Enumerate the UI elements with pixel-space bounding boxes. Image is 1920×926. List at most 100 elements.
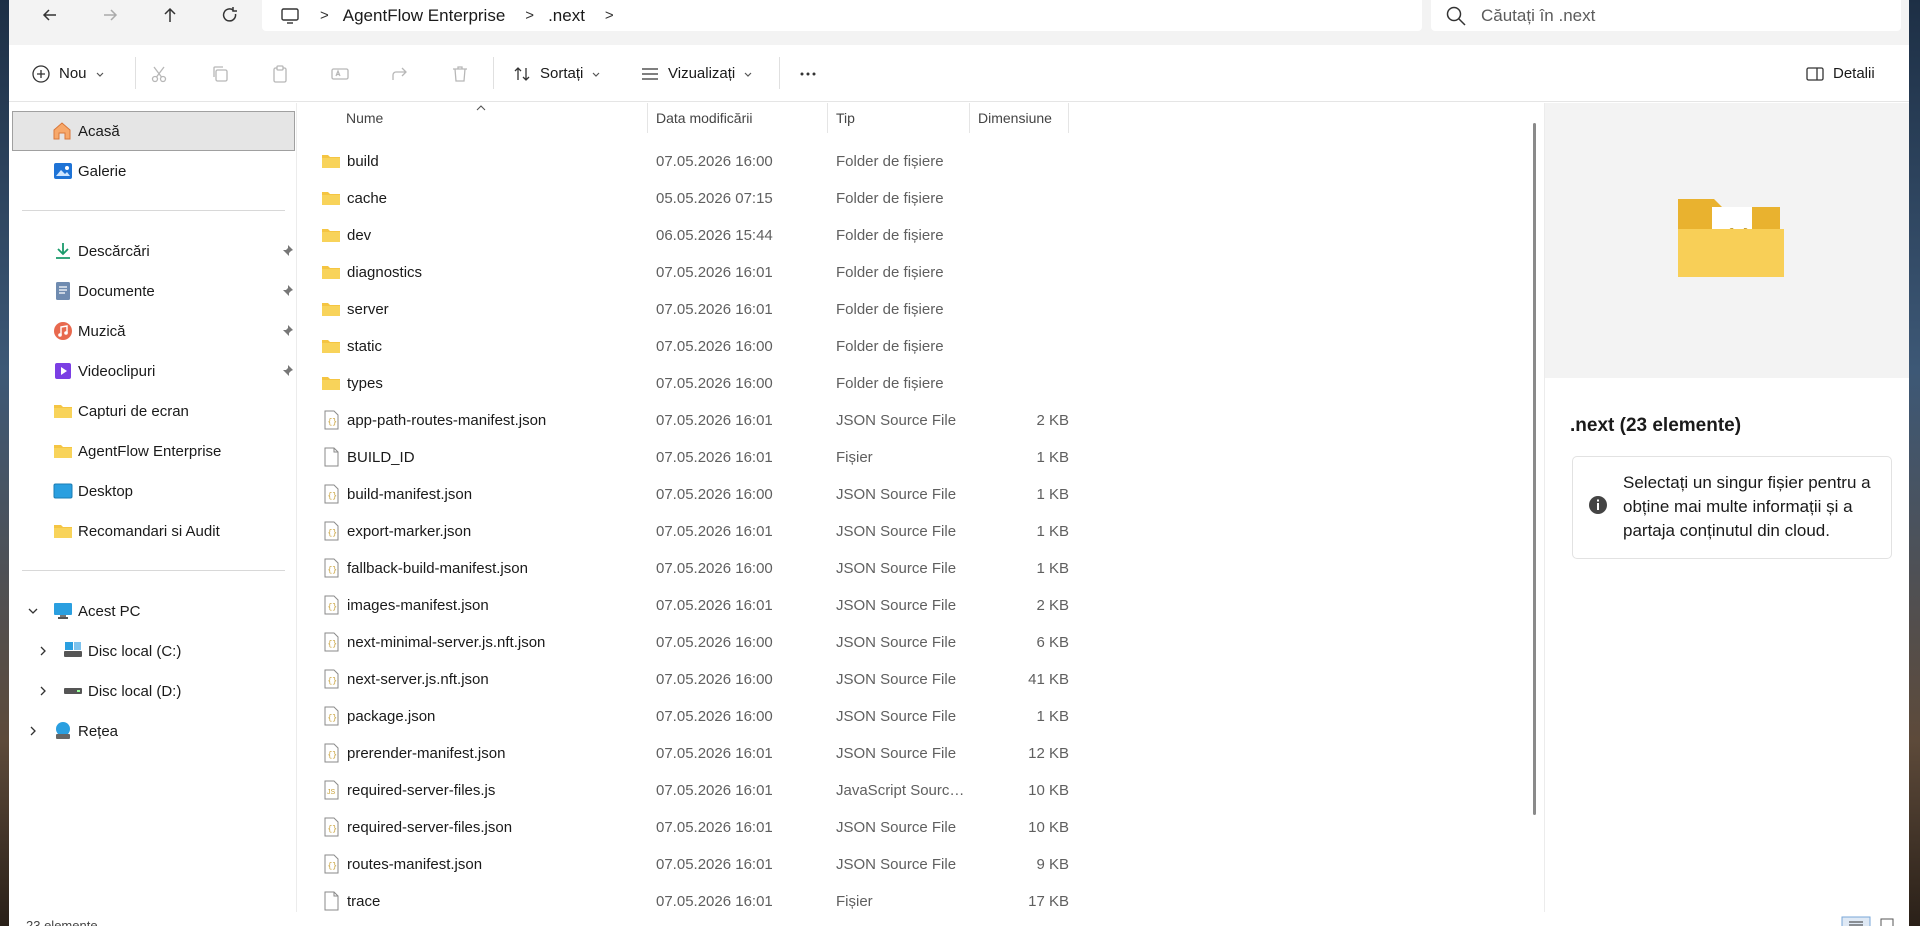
sidebar-item-videos[interactable]: Videoclipuri [12, 351, 295, 391]
more-options-button[interactable] [798, 45, 818, 102]
file-row[interactable]: {} required-server-files.json 07.05.2026 1… [298, 809, 1498, 846]
file-row[interactable]: JS required-server-files.js 07.05.2026 16:… [298, 772, 1498, 809]
file-row[interactable]: {} package.json 07.05.2026 16:00 JSON Sourc… [298, 698, 1498, 735]
breadcrumb-chevron-icon[interactable]: > [605, 7, 614, 24]
breadcrumb-next[interactable]: .next [548, 6, 585, 26]
breadcrumb-agentflow[interactable]: AgentFlow Enterprise [343, 6, 506, 26]
file-name: types [347, 375, 383, 392]
file-row[interactable]: {} build-manifest.json 07.05.2026 16:00 JSO… [298, 476, 1498, 513]
sort-button[interactable]: Sortați [512, 45, 601, 102]
scrollbar-thumb[interactable] [1533, 123, 1536, 815]
trash-icon [453, 65, 467, 82]
file-row[interactable]: static 07.05.2026 16:00 Folder de fișiere [298, 328, 1498, 365]
sidebar-item-label: Disc local (D:) [88, 682, 182, 700]
file-row[interactable]: {} export-marker.json 07.05.2026 16:01 JSON… [298, 513, 1498, 550]
svg-text:{}: {} [328, 862, 338, 871]
pin-icon[interactable] [280, 244, 294, 258]
sidebar-item-this-pc[interactable]: Acest PC [12, 591, 295, 631]
folder-icon [52, 520, 74, 542]
file-row[interactable]: build 07.05.2026 16:00 Folder de fișiere [298, 143, 1498, 180]
file-row[interactable]: diagnostics 07.05.2026 16:01 Folder de fiș… [298, 254, 1498, 291]
pin-icon[interactable] [280, 364, 294, 378]
file-date: 07.05.2026 16:01 [656, 819, 773, 836]
tiles-view-toggle-icon[interactable] [1875, 916, 1905, 926]
address-row: > AgentFlow Enterprise > .next > [9, 0, 1909, 45]
pin-icon[interactable] [280, 284, 294, 298]
file-type: JSON Source File [836, 486, 957, 503]
sidebar-divider [22, 570, 285, 571]
sidebar-item-gallery[interactable]: Galerie [12, 151, 295, 191]
share-button[interactable] [390, 45, 410, 102]
sidebar-item-downloads[interactable]: Descărcări [12, 231, 295, 271]
file-row[interactable]: dev 06.05.2026 15:44 Folder de fișiere [298, 217, 1498, 254]
sidebar-item-agentflow[interactable]: AgentFlow Enterprise [12, 431, 295, 471]
file-type: JSON Source File [836, 671, 957, 688]
search-input[interactable] [1481, 5, 1861, 26]
file-row[interactable]: {} prerender-manifest.json 07.05.2026 16:0… [298, 735, 1498, 772]
share-icon [392, 67, 407, 80]
javascript-file-icon: JS [321, 780, 341, 800]
file-row[interactable]: BUILD_ID 07.05.2026 16:01 Fișier 1 KB [298, 439, 1498, 476]
navigation-pane: Acasă Galerie Descărcări Documente Muzic… [9, 103, 297, 926]
svg-text:{}: {} [328, 640, 338, 649]
sidebar-item-desktop[interactable]: Desktop [12, 471, 295, 511]
file-row[interactable]: cache 05.05.2026 07:15 Folder de fișiere [298, 180, 1498, 217]
file-row[interactable]: {} next-server.js.nft.json 07.05.2026 16:0… [298, 661, 1498, 698]
sidebar-item-recomandari[interactable]: Recomandari si Audit [12, 511, 295, 551]
chevron-right-icon[interactable] [37, 645, 49, 657]
chevron-right-icon[interactable] [27, 725, 39, 737]
sidebar-item-music[interactable]: Muzică [12, 311, 295, 351]
file-row[interactable]: {} routes-manifest.json 07.05.2026 16:01 JS… [298, 846, 1498, 883]
chevron-right-icon[interactable] [37, 685, 49, 697]
file-row[interactable]: {} images-manifest.json 07.05.2026 16:01 JS… [298, 587, 1498, 624]
sidebar-item-drive-d[interactable]: Disc local (D:) [12, 671, 295, 711]
details-pane-icon [1806, 66, 1824, 81]
view-button[interactable]: Vizualizați [640, 45, 753, 102]
column-header-name[interactable]: Nume [298, 103, 648, 133]
rename-button[interactable] [330, 45, 350, 102]
file-name: build-manifest.json [347, 486, 473, 503]
sidebar-item-label: AgentFlow Enterprise [78, 442, 222, 460]
column-header-size[interactable]: Dimensiune [970, 103, 1069, 133]
file-name: export-marker.json [347, 523, 472, 540]
file-type: JSON Source File [836, 856, 957, 873]
file-row[interactable]: {} app-path-routes-manifest.json 07.05.202… [298, 402, 1498, 439]
rename-icon [331, 67, 349, 80]
refresh-button[interactable] [209, 0, 251, 30]
column-header-label: Nume [346, 110, 384, 126]
file-date: 07.05.2026 16:01 [656, 745, 773, 762]
vertical-scrollbar[interactable] [1528, 103, 1542, 926]
sidebar-item-screenshots[interactable]: Capturi de ecran [12, 391, 295, 431]
column-header-type[interactable]: Tip [828, 103, 970, 133]
sidebar-item-drive-c[interactable]: Disc local (C:) [12, 631, 295, 671]
paste-button[interactable] [270, 45, 290, 102]
folder-icon [52, 400, 74, 422]
clipboard-icon [273, 64, 287, 83]
file-row[interactable]: {} fallback-build-manifest.json 07.05.2026… [298, 550, 1498, 587]
new-button[interactable]: Nou [31, 45, 105, 102]
sidebar-item-documents[interactable]: Documente [12, 271, 295, 311]
pin-icon[interactable] [280, 324, 294, 338]
delete-button[interactable] [450, 45, 470, 102]
address-bar[interactable]: > AgentFlow Enterprise > .next > [262, 0, 1422, 31]
file-row[interactable]: server 07.05.2026 16:01 Folder de fișiere [298, 291, 1498, 328]
file-row[interactable]: {} next-minimal-server.js.nft.json 07.05.2… [298, 624, 1498, 661]
arrow-up-icon [164, 7, 176, 22]
details-view-toggle-icon[interactable] [1841, 916, 1871, 926]
chevron-down-icon[interactable] [27, 605, 39, 617]
cut-button[interactable] [149, 45, 169, 102]
up-button[interactable] [149, 0, 191, 30]
file-row[interactable]: types 07.05.2026 16:00 Folder de fișiere [298, 365, 1498, 402]
file-type: Folder de fișiere [836, 153, 944, 170]
json-file-icon: {} [321, 558, 341, 578]
forward-button[interactable] [89, 0, 131, 30]
sidebar-item-home[interactable]: Acasă [12, 111, 295, 151]
copy-button[interactable] [210, 45, 230, 102]
back-button[interactable] [29, 0, 71, 30]
column-header-date[interactable]: Data modificării [648, 103, 828, 133]
file-name: server [347, 301, 389, 318]
details-pane-button[interactable]: Detalii [1805, 45, 1875, 102]
file-size: 17 KB [1028, 893, 1069, 910]
file-size: 2 KB [1036, 597, 1069, 614]
sidebar-item-network[interactable]: Rețea [12, 711, 295, 751]
